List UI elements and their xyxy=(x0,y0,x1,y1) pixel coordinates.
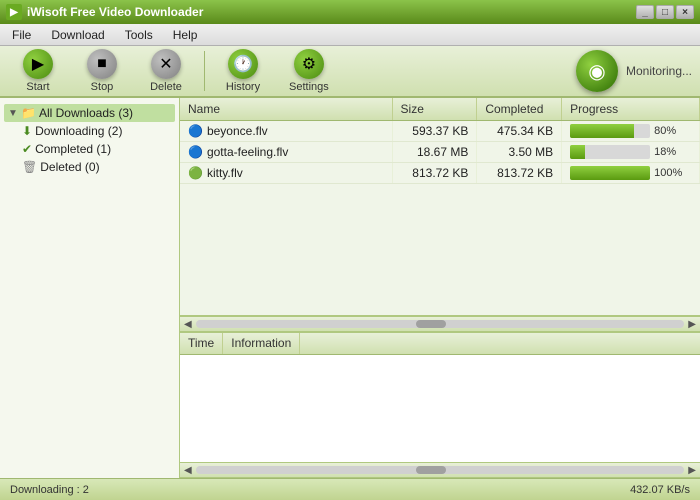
start-label: Start xyxy=(26,81,49,93)
status-speed: 432.07 KB/s xyxy=(630,484,690,496)
info-horizontal-scrollbar[interactable]: ◀ ▶ xyxy=(180,462,700,478)
toolbar-separator xyxy=(204,51,205,91)
file-table-container[interactable]: Name Size Completed Progress 🔵beyonce.fl… xyxy=(180,98,700,316)
check-icon: ✔ xyxy=(22,142,32,156)
progress-bar-wrapper: 100% xyxy=(570,166,691,180)
tree-label-completed: Completed (1) xyxy=(35,142,111,156)
info-col-information: Information xyxy=(223,333,300,354)
settings-button[interactable]: ⚙ Settings xyxy=(277,45,341,97)
close-button[interactable]: × xyxy=(676,5,694,19)
file-completed-cell: 475.34 KB xyxy=(477,121,562,142)
col-header-progress: Progress xyxy=(562,98,700,121)
progress-bar-wrapper: 18% xyxy=(570,145,691,159)
info-scroll-left-arrow[interactable]: ◀ xyxy=(184,465,192,476)
app-icon: ▶ xyxy=(6,4,22,20)
trash-icon: 🗑 xyxy=(22,160,37,174)
tree-item-downloading[interactable]: ⬇ Downloading (2) xyxy=(4,122,175,140)
table-row[interactable]: 🔵gotta-feeling.flv18.67 MB3.50 MB 18% xyxy=(180,142,700,163)
menu-bar: File Download Tools Help xyxy=(0,24,700,46)
info-col-time: Time xyxy=(180,333,223,354)
minimize-button[interactable]: _ xyxy=(636,5,654,19)
file-completed-cell: 3.50 MB xyxy=(477,142,562,163)
progress-label: 18% xyxy=(654,146,676,158)
scroll-thumb[interactable] xyxy=(416,320,446,328)
scroll-track[interactable] xyxy=(196,320,685,328)
file-size-cell: 18.67 MB xyxy=(392,142,477,163)
start-button[interactable]: ▶ Start xyxy=(8,45,68,97)
tree-label-deleted: Deleted (0) xyxy=(40,160,99,174)
tree-toggle-all: ▼ xyxy=(8,108,18,119)
history-icon: 🕐 xyxy=(228,49,258,79)
folder-icon: 📁 xyxy=(21,106,36,120)
toolbar: ▶ Start ■ Stop ✕ Delete 🕐 History ⚙ Sett… xyxy=(0,46,700,98)
main-content: ▼ 📁 All Downloads (3) ⬇ Downloading (2) … xyxy=(0,98,700,478)
info-pane: Time Information xyxy=(180,332,700,462)
info-scroll-right-arrow[interactable]: ▶ xyxy=(688,465,696,476)
progress-bar-container xyxy=(570,124,650,138)
progress-label: 80% xyxy=(654,125,676,137)
settings-label: Settings xyxy=(289,81,329,93)
info-scroll-thumb[interactable] xyxy=(416,466,446,474)
stop-icon: ■ xyxy=(87,49,117,79)
stop-button[interactable]: ■ Stop xyxy=(72,45,132,97)
file-completed-cell: 813.72 KB xyxy=(477,163,562,184)
file-area: Name Size Completed Progress 🔵beyonce.fl… xyxy=(180,98,700,478)
history-button[interactable]: 🕐 History xyxy=(213,45,273,97)
file-name-cell: 🔵gotta-feeling.flv xyxy=(180,142,392,163)
col-header-completed: Completed xyxy=(477,98,562,121)
window-controls[interactable]: _ □ × xyxy=(636,5,694,19)
info-scroll-track[interactable] xyxy=(196,466,685,474)
progress-bar-fill xyxy=(570,124,634,138)
tree-item-deleted[interactable]: 🗑 Deleted (0) xyxy=(4,158,175,176)
tree-label-downloading: Downloading (2) xyxy=(35,124,122,138)
table-row[interactable]: 🟢kitty.flv813.72 KB813.72 KB 100% xyxy=(180,163,700,184)
horizontal-scrollbar[interactable]: ◀ ▶ xyxy=(180,316,700,332)
maximize-button[interactable]: □ xyxy=(656,5,674,19)
history-label: History xyxy=(226,81,260,93)
monitoring-area: ◉ Monitoring... xyxy=(576,50,692,92)
info-content[interactable] xyxy=(180,355,700,462)
menu-help[interactable]: Help xyxy=(165,26,206,44)
scroll-right-arrow[interactable]: ▶ xyxy=(688,319,696,330)
download-icon: ⬇ xyxy=(22,124,32,138)
monitoring-label: Monitoring... xyxy=(626,64,692,78)
file-progress-cell: 100% xyxy=(562,163,700,184)
tree-item-completed[interactable]: ✔ Completed (1) xyxy=(4,140,175,158)
settings-icon: ⚙ xyxy=(294,49,324,79)
status-downloading: Downloading : 2 xyxy=(10,484,89,496)
file-progress-cell: 18% xyxy=(562,142,700,163)
progress-bar-container xyxy=(570,145,650,159)
status-bar: Downloading : 2 432.07 KB/s xyxy=(0,478,700,500)
start-icon: ▶ xyxy=(23,49,53,79)
app-title: iWisoft Free Video Downloader xyxy=(27,5,203,19)
progress-bar-fill xyxy=(570,145,584,159)
delete-button[interactable]: ✕ Delete xyxy=(136,45,196,97)
progress-bar-container xyxy=(570,166,650,180)
title-bar: ▶ iWisoft Free Video Downloader _ □ × xyxy=(0,0,700,24)
progress-label: 100% xyxy=(654,167,682,179)
delete-icon: ✕ xyxy=(151,49,181,79)
tree-item-all[interactable]: ▼ 📁 All Downloads (3) xyxy=(4,104,175,122)
file-progress-cell: 80% xyxy=(562,121,700,142)
tree-label-all: All Downloads (3) xyxy=(39,106,133,120)
progress-bar-fill xyxy=(570,166,650,180)
menu-file[interactable]: File xyxy=(4,26,39,44)
file-name-cell: 🔵beyonce.flv xyxy=(180,121,392,142)
menu-tools[interactable]: Tools xyxy=(117,26,161,44)
delete-label: Delete xyxy=(150,81,182,93)
col-header-size: Size xyxy=(392,98,477,121)
sidebar: ▼ 📁 All Downloads (3) ⬇ Downloading (2) … xyxy=(0,98,180,478)
file-size-cell: 813.72 KB xyxy=(392,163,477,184)
scroll-left-arrow[interactable]: ◀ xyxy=(184,319,192,330)
table-row[interactable]: 🔵beyonce.flv593.37 KB475.34 KB 80% xyxy=(180,121,700,142)
col-header-name: Name xyxy=(180,98,392,121)
menu-download[interactable]: Download xyxy=(43,26,112,44)
stop-label: Stop xyxy=(91,81,114,93)
monitoring-icon: ◉ xyxy=(576,50,618,92)
file-table: Name Size Completed Progress 🔵beyonce.fl… xyxy=(180,98,700,184)
progress-bar-wrapper: 80% xyxy=(570,124,691,138)
file-name-cell: 🟢kitty.flv xyxy=(180,163,392,184)
info-header: Time Information xyxy=(180,333,700,355)
file-size-cell: 593.37 KB xyxy=(392,121,477,142)
